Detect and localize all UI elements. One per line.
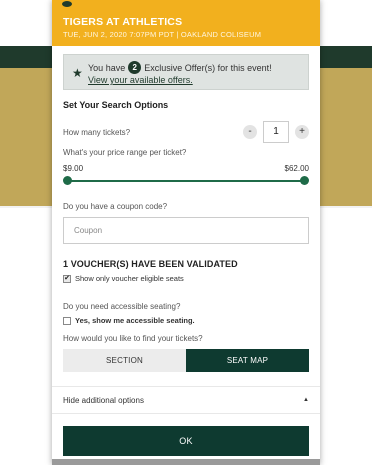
- search-options-modal: TIGERS AT ATHLETICS TUE, JUN 2, 2020 7:0…: [52, 0, 320, 465]
- price-min-value: $9.00: [63, 164, 84, 173]
- ok-button[interactable]: OK: [63, 426, 309, 456]
- background-strip-right: [320, 46, 372, 68]
- accessible-checkbox-label[interactable]: Yes, show me accessible seating.: [75, 316, 195, 325]
- section-option-button[interactable]: SECTION: [63, 349, 186, 372]
- offer-suffix: Exclusive Offer(s) for this event!: [144, 62, 272, 73]
- offer-banner: ★ You have 2 Exclusive Offer(s) for this…: [63, 54, 309, 90]
- slider-min-handle[interactable]: [63, 176, 72, 185]
- view-offers-link[interactable]: View your available offers.: [88, 75, 300, 85]
- slider-max-handle[interactable]: [300, 176, 309, 185]
- modal-body: ★ You have 2 Exclusive Offer(s) for this…: [52, 46, 320, 456]
- bottom-bar: [52, 459, 320, 465]
- hide-options-toggle[interactable]: Hide additional options ▲: [52, 386, 320, 414]
- voucher-status-title: 1 VOUCHER(S) HAVE BEEN VALIDATED: [63, 259, 238, 269]
- event-title: TIGERS AT ATHLETICS: [63, 16, 183, 28]
- find-method-toggle: SECTION SEAT MAP: [63, 349, 309, 372]
- quantity-stepper: - 1 +: [243, 121, 309, 143]
- voucher-checkbox-row[interactable]: ✔ Show only voucher eligible seats: [63, 274, 309, 283]
- search-options-title: Set Your Search Options: [63, 100, 169, 110]
- background-strip-left: [0, 46, 52, 68]
- quantity-field[interactable]: 1: [263, 121, 289, 143]
- offer-prefix: You have: [88, 62, 126, 73]
- background-panel-left: [0, 46, 52, 206]
- find-method-label: How would you like to find your tickets?: [63, 334, 203, 343]
- decrement-button[interactable]: -: [243, 125, 257, 139]
- coupon-label: Do you have a coupon code?: [63, 202, 168, 211]
- caret-up-icon: ▲: [303, 397, 309, 403]
- accessible-checkbox-row[interactable]: Yes, show me accessible seating.: [63, 316, 309, 325]
- hide-options-label[interactable]: Hide additional options: [63, 396, 144, 405]
- voucher-checkbox-label[interactable]: Show only voucher eligible seats: [75, 274, 184, 283]
- offer-text: You have 2 Exclusive Offer(s) for this e…: [88, 61, 300, 74]
- seat-map-option-button[interactable]: SEAT MAP: [186, 349, 309, 372]
- background-panel-right: [320, 46, 372, 206]
- ticket-quantity-label: How many tickets?: [63, 127, 131, 137]
- price-range-values: $9.00 $62.00: [63, 164, 309, 173]
- offer-count-badge: 2: [128, 61, 142, 74]
- team-logo-icon: [62, 1, 72, 7]
- price-max-value: $62.00: [284, 164, 309, 173]
- price-range-label: What's your price range per ticket?: [63, 148, 187, 157]
- slider-track: [67, 180, 305, 182]
- event-subtitle: TUE, JUN 2, 2020 7:07PM PDT | OAKLAND CO…: [63, 30, 262, 39]
- coupon-input[interactable]: Coupon: [63, 217, 309, 244]
- accessible-checkbox[interactable]: [63, 316, 71, 325]
- price-range-slider[interactable]: [63, 176, 309, 186]
- increment-button[interactable]: +: [295, 125, 309, 139]
- ticket-quantity-row: How many tickets? - 1 +: [63, 121, 309, 143]
- star-icon: ★: [72, 66, 83, 80]
- event-header: TIGERS AT ATHLETICS TUE, JUN 2, 2020 7:0…: [52, 0, 320, 46]
- accessible-seating-label: Do you need accessible seating?: [63, 302, 181, 311]
- voucher-checkbox[interactable]: ✔: [63, 274, 71, 283]
